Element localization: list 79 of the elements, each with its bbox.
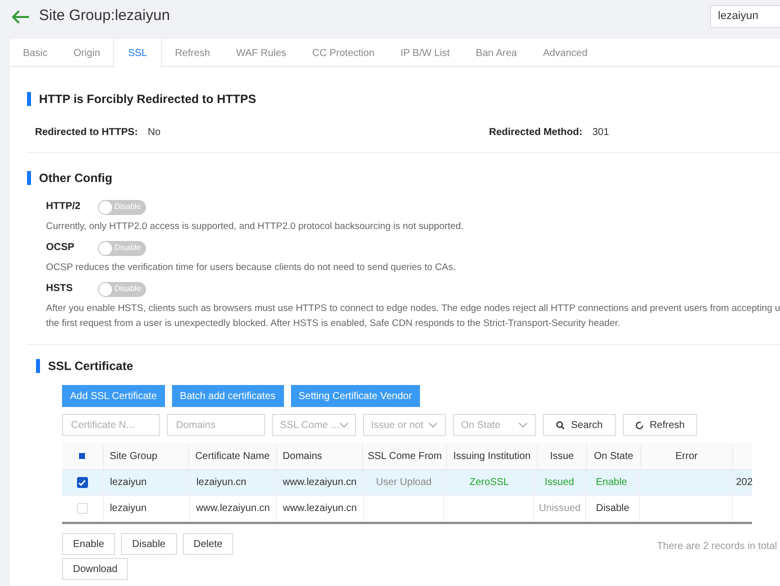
- option-label: HTTP/2: [46, 200, 82, 214]
- filter-select[interactable]: On State: [453, 414, 536, 436]
- table-cell-text: lezaiyun: [110, 502, 147, 516]
- option-description: After you enable HSTS, clients such as browsers must use HTTPS to connect to edge nodes. The edge nodes reject all HTTP connections and prevent users from accepting u: [46, 302, 780, 316]
- checkmark-icon: [78, 478, 86, 486]
- select-placeholder: On State: [461, 418, 500, 432]
- column-header: Domains: [282, 450, 322, 464]
- record-count: There are 2 records in total: [656, 540, 777, 554]
- column-header: Issue: [550, 450, 574, 464]
- search-field[interactable]: lezaiyun: [710, 5, 780, 28]
- header-checkbox[interactable]: [76, 450, 88, 462]
- tab[interactable]: Origin: [60, 39, 114, 67]
- column-header: On State: [594, 450, 634, 464]
- table-cell-text: www.lezaiyun.cn: [196, 502, 270, 516]
- chevron-down-icon: [428, 422, 438, 428]
- table-cell-text: User Upload: [376, 476, 432, 490]
- action-button[interactable]: Add SSL Certificate: [62, 385, 165, 407]
- refresh-button[interactable]: Refresh: [622, 414, 697, 436]
- section-marker: [27, 171, 31, 185]
- table-row[interactable]: lezaiyun lezaiyun.cn www.lezaiyun.cn User Upload ZeroSSL Issued Enable 202: [62, 470, 752, 496]
- filter-select[interactable]: SSL Come ...: [272, 414, 356, 436]
- table-cell-text: Unissued: [538, 502, 581, 516]
- bulk-action-button[interactable]: Disable: [121, 533, 176, 555]
- table-cell-text: ZeroSSL: [469, 476, 509, 490]
- section-title: SSL Certificate: [48, 358, 134, 375]
- tab[interactable]: Basic: [10, 39, 60, 67]
- search-icon: [556, 420, 565, 430]
- field-value: 301: [592, 126, 610, 140]
- section-marker: [27, 92, 31, 106]
- section-marker: [36, 359, 40, 373]
- table-cell-text: 202: [736, 476, 753, 490]
- search-button[interactable]: Search: [543, 414, 616, 436]
- field-label: Redirected Method:: [489, 126, 582, 140]
- row-checkbox[interactable]: [76, 477, 88, 488]
- table-cell-text: Issued: [544, 476, 574, 490]
- select-placeholder: SSL Come ...: [280, 418, 340, 432]
- tab[interactable]: Ban Area: [462, 39, 530, 67]
- section-title: HTTP is Forcibly Redirected to HTTPS: [39, 91, 256, 108]
- tab[interactable]: Advanced: [530, 39, 600, 67]
- chevron-down-icon: [518, 422, 528, 428]
- column-header: SSL Come From: [368, 450, 442, 464]
- tab[interactable]: IP B/W List: [388, 39, 463, 67]
- tab[interactable]: SSL: [113, 39, 162, 68]
- option-description: Currently, only HTTP2.0 access is supported, and HTTP2.0 protocol backsourcing is not supported.: [46, 220, 464, 234]
- column-header: Issuing Institution: [453, 450, 531, 464]
- option-label: HSTS: [46, 282, 74, 296]
- table-cell-text: lezaiyun.cn: [196, 476, 246, 490]
- action-button[interactable]: Setting Certificate Vendor: [290, 385, 420, 407]
- refresh-icon: [634, 420, 644, 430]
- section-title: Other Config: [39, 170, 112, 187]
- filter-input[interactable]: Certificate N...: [62, 414, 160, 436]
- bulk-action-button[interactable]: Delete: [182, 533, 234, 555]
- option-label: OCSP: [46, 241, 76, 255]
- table-cell-text: Enable: [596, 476, 628, 490]
- table-cell-text: Disable: [596, 502, 630, 516]
- option-description: OCSP reduces the verification time for users because clients do not need to send queries to CAs.: [46, 261, 457, 275]
- table-cell-text: www.lezaiyun.cn: [282, 502, 357, 516]
- back-arrow-icon[interactable]: [12, 10, 30, 24]
- tab[interactable]: WAF Rules: [223, 39, 300, 67]
- bulk-action-button[interactable]: Enable: [62, 533, 116, 555]
- tab[interactable]: CC Protection: [299, 39, 388, 67]
- field-label: Redirected to HTTPS:: [35, 126, 138, 140]
- filter-select[interactable]: Issue or not: [363, 414, 446, 436]
- select-placeholder: Issue or not: [371, 418, 424, 432]
- filter-input[interactable]: Domains: [167, 414, 265, 436]
- field-value: No: [148, 126, 161, 140]
- bulk-action-button[interactable]: Download: [62, 558, 128, 580]
- column-header: Error: [675, 450, 698, 464]
- column-header: Site Group: [110, 450, 158, 464]
- column-header: Certificate Name: [195, 450, 270, 464]
- row-checkbox[interactable]: [76, 503, 88, 514]
- chevron-down-icon: [339, 422, 350, 428]
- table-cell-text: lezaiyun: [110, 476, 147, 490]
- table-row[interactable]: lezaiyun www.lezaiyun.cn www.lezaiyun.cn Unissued Disable: [62, 496, 752, 522]
- table-cell-text: www.lezaiyun.cn: [282, 476, 357, 490]
- tab[interactable]: Refresh: [162, 39, 224, 67]
- page-title: Site Group:lezaiyun: [39, 6, 170, 26]
- option-description: the first request from a user is unexpectedly blocked. After HSTS is enabled, Safe CDN responds to the Strict-Transport-Security header.: [46, 317, 622, 331]
- action-button[interactable]: Batch add certificates: [172, 385, 284, 407]
